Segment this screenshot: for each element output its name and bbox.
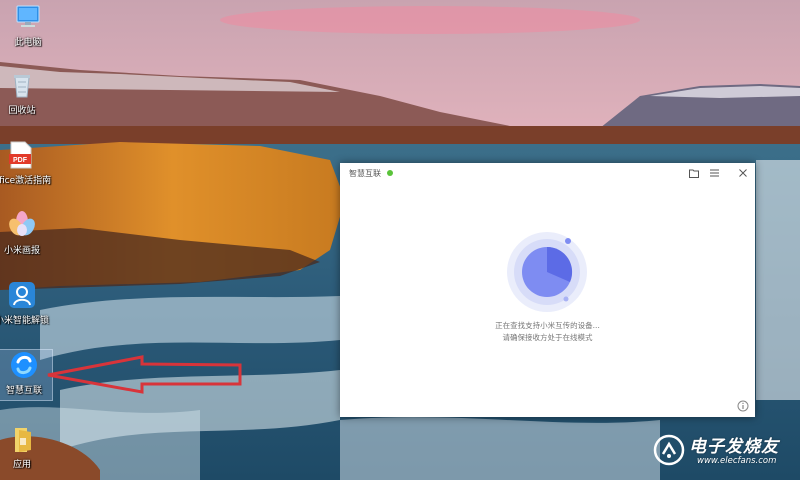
scan-status-text: 正在查找支持小米互传的设备... — [495, 321, 600, 330]
close-button[interactable] — [736, 166, 750, 180]
desktop-icon-label: 小米画报 — [3, 246, 40, 256]
desktop-icon-smart-connect[interactable]: 智慧互联 — [0, 349, 53, 401]
svg-text:PDF: PDF — [13, 157, 28, 164]
desktop: 此电脑 回收站 PDF Office激活指南 小米画报 — [0, 0, 800, 480]
desktop-icon-smart-unlock[interactable]: 小米智能解锁 — [0, 280, 50, 327]
watermark-title: 电子发烧友 — [689, 437, 779, 457]
desktop-icon-apps[interactable]: 应用 — [0, 424, 50, 471]
close-icon — [739, 169, 747, 177]
desktop-icon-label: 智慧互联 — [5, 386, 42, 396]
desktop-icon-recycle-bin[interactable]: 回收站 — [0, 70, 50, 117]
watermark-logo — [653, 434, 685, 466]
window-titlebar[interactable]: 智慧互联 — [340, 163, 755, 185]
desktop-icon-mi-wallpaper[interactable]: 小米画报 — [0, 210, 50, 257]
scan-hint-text: 请确保接收方处于在线模式 — [502, 333, 593, 342]
open-folder-button[interactable] — [687, 166, 701, 180]
recycle-bin-icon — [14, 75, 30, 98]
desktop-icon-this-pc[interactable]: 此电脑 — [0, 2, 56, 49]
online-status-dot — [387, 170, 393, 176]
folder-icon — [689, 169, 699, 178]
watermark: 电子发烧友 www.elecfans.com — [653, 430, 793, 472]
desktop-icon-office-guide[interactable]: PDF Office激活指南 — [0, 140, 51, 187]
desktop-icon-label: 此电脑 — [14, 38, 42, 48]
desktop-icon-label: 应用 — [12, 460, 31, 470]
smart-connect-icon — [11, 352, 37, 378]
desktop-icon-label: 小米智能解锁 — [0, 316, 49, 326]
computer-icon — [16, 5, 40, 27]
menu-button[interactable] — [707, 166, 721, 180]
watermark-url: www.elecfans.com — [697, 456, 777, 466]
desktop-icon-label: Office激活指南 — [0, 176, 52, 186]
scanning-radar-animation — [507, 232, 587, 312]
pdf-file-icon: PDF — [9, 141, 32, 169]
smart-connect-window: 智慧互联 正在查找支持小米互传的设备... 请确保接收方处于在线模式 — [340, 163, 755, 417]
folder-icon — [15, 428, 31, 452]
flower-icon — [9, 211, 35, 236]
info-icon[interactable] — [737, 400, 749, 412]
lock-person-icon — [9, 282, 35, 308]
desktop-icon-label: 回收站 — [8, 106, 36, 116]
window-title: 智慧互联 — [349, 169, 381, 178]
menu-icon — [709, 169, 719, 177]
